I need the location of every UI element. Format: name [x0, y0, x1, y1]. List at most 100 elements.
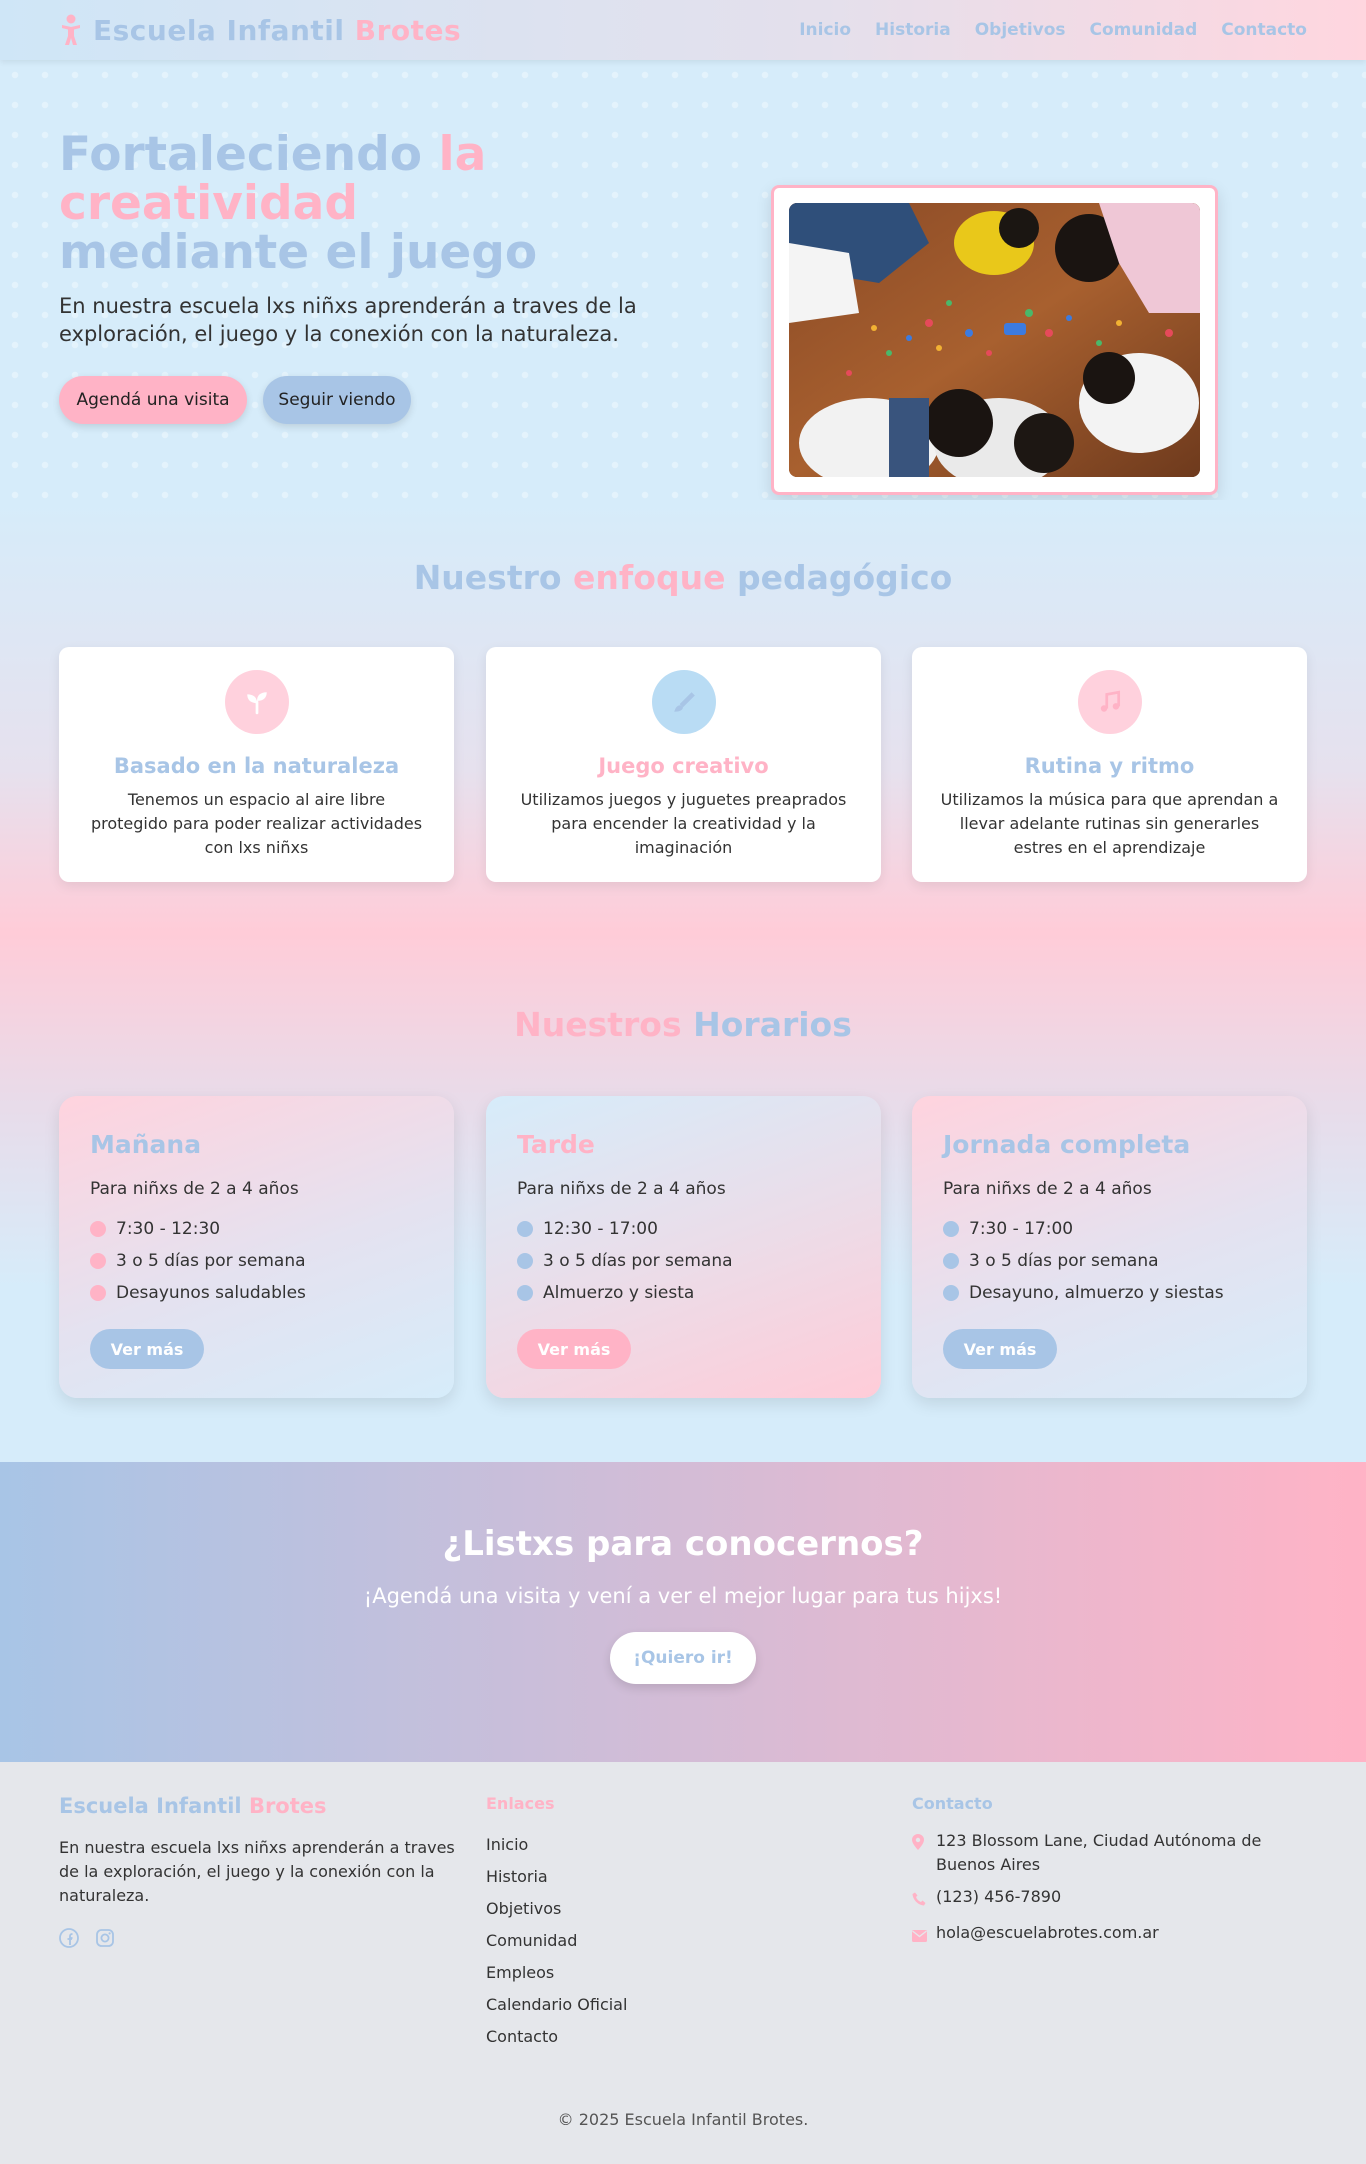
- hero-title-part1: Fortaleciendo: [59, 127, 423, 182]
- contact-email-text[interactable]: hola@escuelabrotes.com.ar: [936, 1921, 1159, 1949]
- schedule-card-morning: Mañana Para niñxs de 2 a 4 años 7:30 - 1…: [59, 1096, 454, 1398]
- schedule-item-text: 7:30 - 12:30: [116, 1219, 221, 1239]
- schedule-card-age: Para niñxs de 2 a 4 años: [90, 1179, 299, 1199]
- schedule-item: Desayuno, almuerzo y siestas: [943, 1277, 1276, 1309]
- children-playing-photo: [789, 203, 1200, 477]
- nav-link-objetivos[interactable]: Objetivos: [975, 20, 1066, 40]
- approach-card-title: Juego creativo: [598, 754, 769, 778]
- schedule-card-afternoon: Tarde Para niñxs de 2 a 4 años 12:30 - 1…: [486, 1096, 881, 1398]
- approach-title-part2: enfoque: [573, 558, 726, 597]
- see-more-button[interactable]: Ver más: [943, 1329, 1057, 1369]
- approach-card-title: Basado en la naturaleza: [113, 754, 400, 778]
- footer-link-contacto[interactable]: Contacto: [486, 2021, 627, 2053]
- check-icon: [90, 1221, 106, 1237]
- nav-link-historia[interactable]: Historia: [875, 20, 951, 40]
- hero-title-part3: mediante el juego: [59, 225, 538, 280]
- child-icon: [62, 14, 80, 45]
- want-to-go-button[interactable]: ¡Quiero ir!: [610, 1632, 756, 1684]
- approach-card-title: Rutina y ritmo: [1024, 754, 1195, 778]
- check-icon: [943, 1285, 959, 1301]
- see-more-button[interactable]: Ver más: [90, 1329, 204, 1369]
- schedule-card-title: Tarde: [517, 1130, 595, 1159]
- schedule-item: 7:30 - 17:00: [943, 1213, 1276, 1245]
- instagram-icon[interactable]: [95, 1928, 115, 1948]
- nav-link-contacto[interactable]: Contacto: [1221, 20, 1307, 40]
- footer-link-objetivos[interactable]: Objetivos: [486, 1893, 627, 1925]
- music-icon: [1077, 670, 1142, 734]
- check-icon: [90, 1253, 106, 1269]
- nav-link-inicio[interactable]: Inicio: [799, 20, 851, 40]
- schedule-item-text: Desayunos saludables: [116, 1283, 306, 1303]
- seedling-icon: [224, 670, 289, 734]
- footer-link-historia[interactable]: Historia: [486, 1861, 627, 1893]
- footer-brand: Escuela Infantil Brotes: [59, 1794, 459, 1818]
- paintbrush-icon: [651, 670, 716, 734]
- schedule-item: Desayunos saludables: [90, 1277, 423, 1309]
- check-icon: [517, 1221, 533, 1237]
- footer-brand-part1: Escuela Infantil: [59, 1794, 242, 1818]
- map-pin-icon: [912, 1829, 928, 1877]
- approach-card-text: Utilizamos juegos y juguetes preaprados …: [520, 790, 847, 857]
- cta-subtitle: ¡Agendá una visita y vení a ver el mejor…: [363, 1584, 1003, 1608]
- schedule-item-text: 3 o 5 días por semana: [969, 1251, 1159, 1271]
- schedule-item: 7:30 - 12:30: [90, 1213, 423, 1245]
- schedule-item: 12:30 - 17:00: [517, 1213, 850, 1245]
- cta-title: ¿Listxs para conocernos?: [442, 1524, 924, 1564]
- contact-phone: (123) 456-7890: [912, 1885, 1312, 1913]
- footer-about: Escuela Infantil Brotes En nuestra escue…: [59, 1794, 459, 1948]
- social-links: [59, 1928, 459, 1948]
- brand-name-part2: Brotes: [354, 13, 462, 47]
- see-more-button[interactable]: Ver más: [517, 1329, 631, 1369]
- footer-link-calendario[interactable]: Calendario Oficial: [486, 1989, 627, 2021]
- hero-subtitle: En nuestra escuela lxs niñxs aprenderán …: [59, 294, 637, 346]
- schedule-title-part2: Horarios: [693, 1005, 852, 1044]
- schedule-item: 3 o 5 días por semana: [517, 1245, 850, 1277]
- hero-section: Fortaleciendo la creatividad mediante el…: [0, 60, 1366, 500]
- nav-link-comunidad[interactable]: Comunidad: [1090, 20, 1198, 40]
- check-icon: [943, 1253, 959, 1269]
- nav-links: Inicio Historia Objetivos Comunidad Cont…: [799, 20, 1307, 40]
- approach-card-text: Utilizamos la música para que aprendan a…: [940, 790, 1279, 857]
- facebook-icon[interactable]: [59, 1928, 79, 1948]
- check-icon: [517, 1285, 533, 1301]
- schedule-item: Almuerzo y siesta: [517, 1277, 850, 1309]
- schedule-card-title: Mañana: [90, 1130, 202, 1159]
- footer-links: Enlaces Inicio Historia Objetivos Comuni…: [486, 1794, 627, 2053]
- schedule-item-text: 7:30 - 17:00: [969, 1219, 1074, 1239]
- hero-photo-frame: [771, 185, 1218, 495]
- approach-card-text: Tenemos un espacio al aire libre protegi…: [90, 790, 423, 857]
- approach-card-nature: Basado en la naturaleza Tenemos un espac…: [59, 647, 454, 882]
- schedule-visit-button[interactable]: Agendá una visita: [59, 376, 247, 424]
- schedule-item-text: 12:30 - 17:00: [543, 1219, 658, 1239]
- schedule-card-age: Para niñxs de 2 a 4 años: [517, 1179, 726, 1199]
- hero-photo: [789, 203, 1200, 477]
- cta-section: ¿Listxs para conocernos? ¡Agendá una vis…: [0, 1462, 1366, 1762]
- schedule-item: 3 o 5 días por semana: [90, 1245, 423, 1277]
- approach-title-part1: Nuestro: [413, 558, 562, 597]
- brand-logo[interactable]: Escuela Infantil Brotes: [59, 14, 461, 47]
- footer-link-inicio[interactable]: Inicio: [486, 1829, 627, 1861]
- approach-card-creative: Juego creativo Utilizamos juegos y jugue…: [486, 647, 881, 882]
- brand-name-part1: Escuela Infantil: [93, 13, 345, 47]
- schedule-item-text: 3 o 5 días por semana: [543, 1251, 733, 1271]
- copyright: © 2025 Escuela Infantil Brotes.: [557, 2110, 809, 2129]
- top-navbar: Escuela Infantil Brotes Inicio Historia …: [0, 0, 1366, 60]
- approach-card-routine: Rutina y ritmo Utilizamos la música para…: [912, 647, 1307, 882]
- footer-links-title: Enlaces: [486, 1794, 555, 1813]
- schedule-item-text: Desayuno, almuerzo y siestas: [969, 1283, 1224, 1303]
- contact-email: hola@escuelabrotes.com.ar: [912, 1921, 1312, 1949]
- schedule-item-text: 3 o 5 días por semana: [116, 1251, 306, 1271]
- footer-link-empleos[interactable]: Empleos: [486, 1957, 627, 1989]
- check-icon: [517, 1253, 533, 1269]
- footer-brand-part2: Brotes: [248, 1794, 327, 1818]
- schedule-item-text: Almuerzo y siesta: [543, 1283, 695, 1303]
- footer-contact: Contacto 123 Blossom Lane, Ciudad Autóno…: [912, 1794, 1312, 1957]
- keep-browsing-button[interactable]: Seguir viendo: [263, 376, 411, 424]
- phone-icon: [912, 1885, 928, 1913]
- hero-title: Fortaleciendo la creatividad mediante el…: [59, 130, 619, 277]
- check-icon: [943, 1221, 959, 1237]
- footer-description: En nuestra escuela lxs niñxs aprenderán …: [59, 1838, 455, 1905]
- footer-link-comunidad[interactable]: Comunidad: [486, 1925, 627, 1957]
- contact-address-text: 123 Blossom Lane, Ciudad Autónoma de Bue…: [936, 1831, 1262, 1874]
- contact-phone-text[interactable]: (123) 456-7890: [936, 1885, 1061, 1913]
